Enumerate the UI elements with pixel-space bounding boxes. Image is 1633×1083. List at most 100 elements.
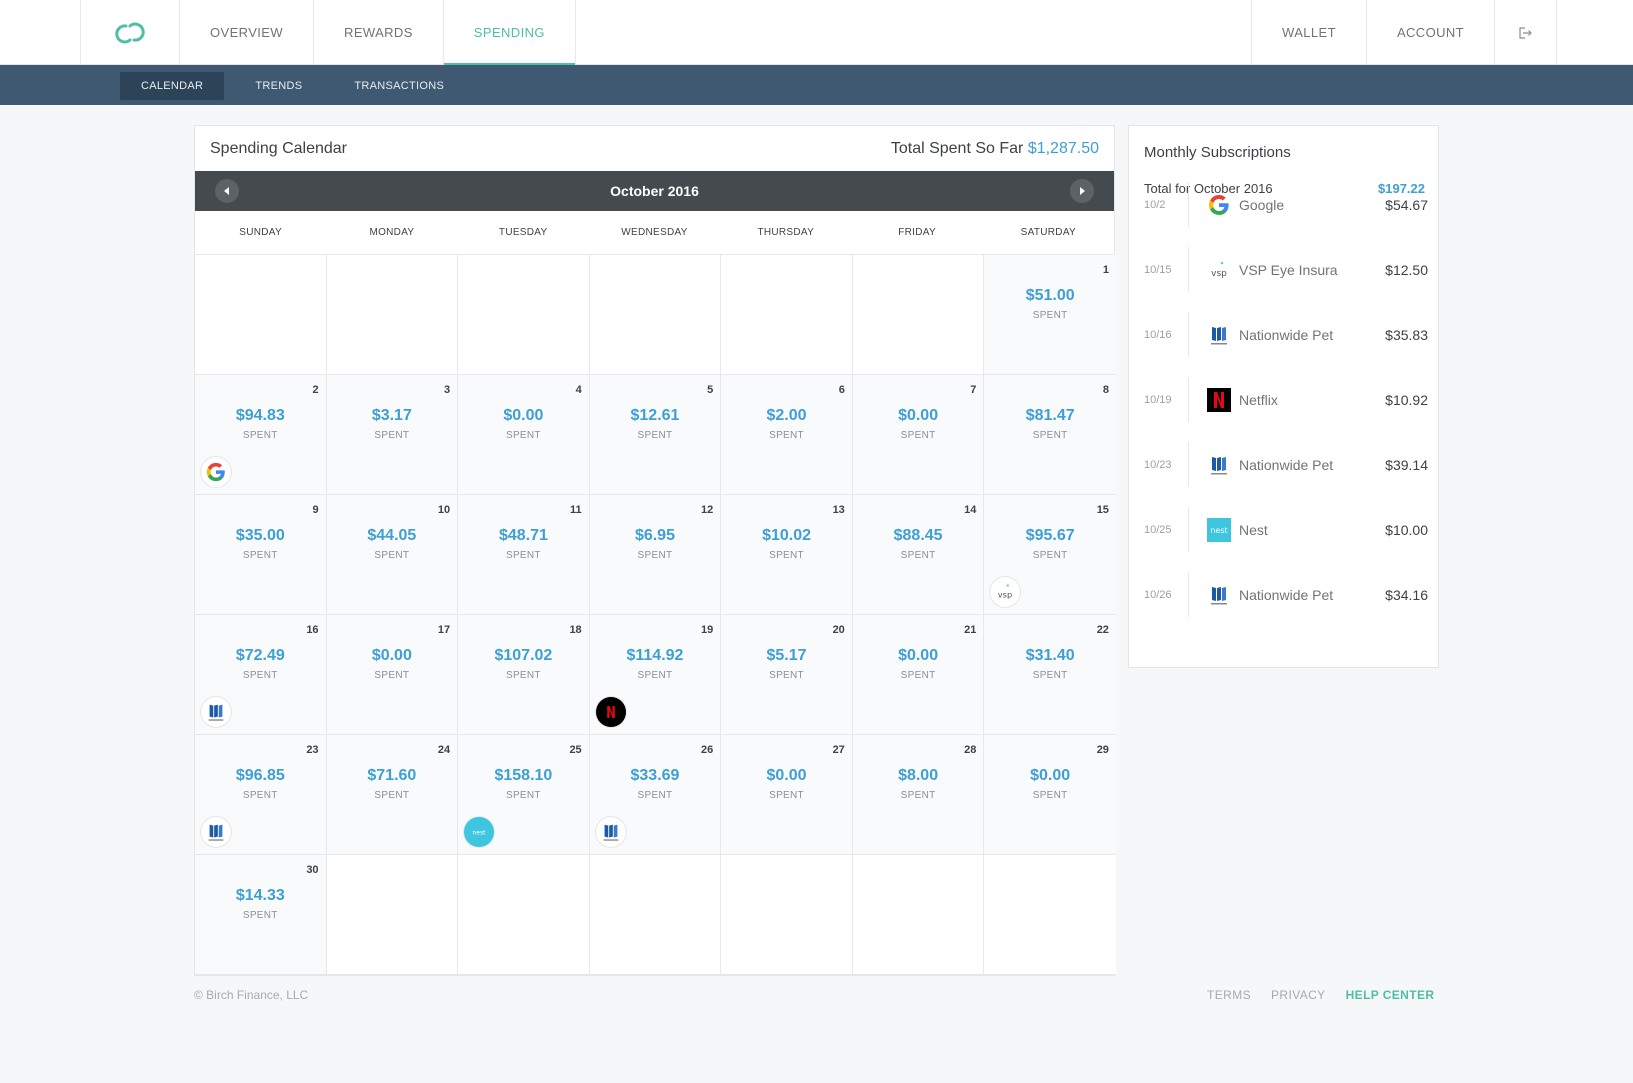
vsp-icon[interactable]: vsp <box>990 577 1021 607</box>
day-number: 1 <box>1102 264 1109 276</box>
month-bar: October 2016 <box>195 171 1114 211</box>
day-cell-1[interactable]: 1 $51.00 SPENT <box>984 255 1116 375</box>
day-cell-13[interactable]: 13 $10.02 SPENT <box>721 495 853 615</box>
day-cell-23[interactable]: 23 $96.85 SPENT <box>195 735 327 855</box>
day-cell-29[interactable]: 29 $0.00 SPENT <box>984 735 1116 855</box>
spent-label: SPENT <box>242 550 278 561</box>
divider <box>1188 572 1189 617</box>
nav-wallet[interactable]: WALLET <box>1252 0 1367 65</box>
day-spent-amount: $0.00 <box>371 647 412 664</box>
day-cell-21[interactable]: 21 $0.00 SPENT <box>852 615 985 735</box>
day-cell-20[interactable]: 20 $5.17 SPENT <box>721 615 853 735</box>
empty-day-cell <box>852 855 985 975</box>
day-cell-6[interactable]: 6 $2.00 SPENT <box>721 375 853 495</box>
footer-help-center-link[interactable]: HELP CENTER <box>1346 988 1435 1002</box>
day-cell-11[interactable]: 11 $48.71 SPENT <box>458 495 590 615</box>
nav-account[interactable]: ACCOUNT <box>1367 0 1496 65</box>
day-spent-amount: $107.02 <box>494 647 553 664</box>
netflix-icon[interactable] <box>595 697 626 727</box>
day-cell-19[interactable]: 19 $114.92 SPENT <box>589 615 722 735</box>
subscription-row[interactable]: 10/26 Nationwide Pet $34.16 <box>1144 562 1428 627</box>
day-number: 26 <box>701 744 714 756</box>
day-spent-amount: $72.49 <box>235 647 285 664</box>
day-number: 2 <box>312 384 319 396</box>
empty-day-cell <box>326 855 459 975</box>
subscription-row[interactable]: 10/19 Netflix $10.92 <box>1144 367 1428 432</box>
nationwide-icon[interactable] <box>201 817 231 847</box>
empty-day-cell <box>195 255 327 375</box>
day-cell-16[interactable]: 16 $72.49 SPENT <box>195 615 327 735</box>
nationwide-icon <box>1207 583 1231 607</box>
calendar-grid: 1 $51.00 SPENT 2 $94.83 SPENT 3 $3.17 SPEN… <box>195 255 1116 975</box>
nav-overview[interactable]: OVERVIEW <box>180 0 315 65</box>
subscription-row[interactable]: 10/23 Nationwide Pet $39.14 <box>1144 432 1428 497</box>
month-label: October 2016 <box>610 183 699 199</box>
day-cell-18[interactable]: 18 $107.02 SPENT <box>458 615 590 735</box>
weekday-monday: MONDAY <box>369 227 415 238</box>
day-cell-24[interactable]: 24 $71.60 SPENT <box>326 735 459 855</box>
spent-label: SPENT <box>374 430 410 441</box>
prev-month-button[interactable] <box>215 179 239 203</box>
total-spent: Total Spent So Far $1,287.50 <box>891 140 1099 158</box>
day-cell-22[interactable]: 22 $31.40 SPENT <box>984 615 1116 735</box>
subscription-date: 10/19 <box>1144 393 1172 406</box>
day-number: 6 <box>838 384 845 396</box>
subscription-amount: $35.83 <box>1385 326 1428 343</box>
day-number: 3 <box>444 384 451 396</box>
day-cell-26[interactable]: 26 $33.69 SPENT <box>589 735 722 855</box>
subnav-calendar[interactable]: CALENDAR <box>120 72 225 100</box>
day-cell-12[interactable]: 12 $6.95 SPENT <box>589 495 722 615</box>
spent-label: SPENT <box>374 670 410 681</box>
subscription-name: Google <box>1239 196 1285 213</box>
day-cell-9[interactable]: 9 $35.00 SPENT <box>195 495 327 615</box>
nav-spending[interactable]: SPENDING <box>443 0 576 66</box>
day-spent-amount: $0.00 <box>503 407 544 424</box>
spent-label: SPENT <box>242 910 278 921</box>
subscription-row[interactable]: 10/15 vsp VSP Eye Insura $12.50 <box>1144 237 1428 302</box>
nest-icon[interactable]: nest <box>464 817 495 847</box>
day-cell-8[interactable]: 8 $81.47 SPENT <box>984 375 1116 495</box>
footer-terms-link[interactable]: TERMS <box>1207 988 1251 1002</box>
subnav-trends[interactable]: TRENDS <box>234 72 323 100</box>
day-number: 24 <box>437 744 451 756</box>
subscription-row[interactable]: 10/2 Google $54.67 <box>1144 172 1428 237</box>
vsp-icon: vsp <box>1207 258 1231 282</box>
subscription-date: 10/26 <box>1144 588 1172 601</box>
day-cell-3[interactable]: 3 $3.17 SPENT <box>326 375 459 495</box>
subscription-row[interactable]: 10/16 Nationwide Pet $35.83 <box>1144 302 1428 367</box>
divider <box>1188 182 1189 227</box>
secondary-nav: WALLET ACCOUNT <box>1251 0 1558 65</box>
spent-label: SPENT <box>769 550 804 561</box>
day-cell-25[interactable]: 25 $158.10 SPENT nest <box>458 735 590 855</box>
nationwide-icon <box>1207 453 1231 477</box>
nav-rewards[interactable]: REWARDS <box>314 0 444 65</box>
footer-privacy-link[interactable]: PRIVACY <box>1271 988 1326 1002</box>
logout-button[interactable] <box>1495 0 1558 65</box>
google-icon[interactable] <box>201 457 231 487</box>
day-cell-28[interactable]: 28 $8.00 SPENT <box>852 735 985 855</box>
subnav-transactions[interactable]: TRANSACTIONS <box>333 72 465 100</box>
subscription-name: Nationwide Pet <box>1239 586 1334 603</box>
spent-label: SPENT <box>1032 430 1068 441</box>
day-cell-30[interactable]: 30 $14.33 SPENT <box>195 855 327 975</box>
google-icon <box>1207 193 1231 217</box>
subscription-row[interactable]: 10/25 nest Nest $10.00 <box>1144 497 1428 562</box>
day-cell-15[interactable]: 15 $95.67 SPENT vsp <box>984 495 1116 615</box>
day-cell-10[interactable]: 10 $44.05 SPENT <box>326 495 459 615</box>
day-cell-7[interactable]: 7 $0.00 SPENT <box>852 375 985 495</box>
day-spent-amount: $14.33 <box>235 887 285 904</box>
next-month-button[interactable] <box>1070 179 1094 203</box>
day-cell-27[interactable]: 27 $0.00 SPENT <box>721 735 853 855</box>
birch-logo[interactable] <box>80 0 180 65</box>
spending-calendar: Spending Calendar Total Spent So Far $1,… <box>194 125 1116 976</box>
day-cell-5[interactable]: 5 $12.61 SPENT <box>589 375 722 495</box>
spent-label: SPENT <box>769 670 804 681</box>
nationwide-icon[interactable] <box>595 817 626 847</box>
spent-label: SPENT <box>637 550 673 561</box>
nationwide-icon[interactable] <box>201 697 231 727</box>
day-cell-4[interactable]: 4 $0.00 SPENT <box>458 375 590 495</box>
day-cell-17[interactable]: 17 $0.00 SPENT <box>326 615 459 735</box>
spent-label: SPENT <box>505 550 541 561</box>
day-cell-14[interactable]: 14 $88.45 SPENT <box>852 495 985 615</box>
day-cell-2[interactable]: 2 $94.83 SPENT <box>195 375 327 495</box>
